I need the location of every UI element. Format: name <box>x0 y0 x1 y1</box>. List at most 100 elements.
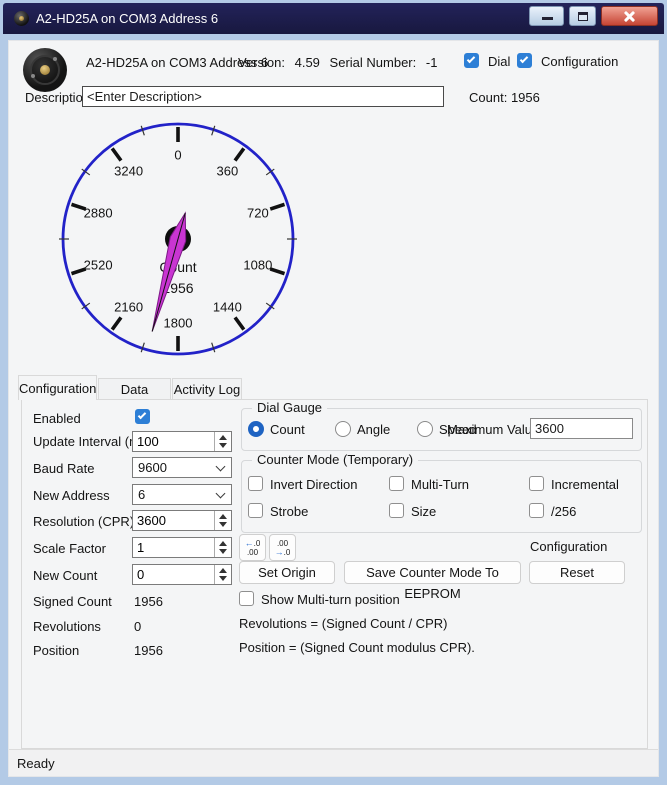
revolutions-formula: Revolutions = (Signed Count / CPR) <box>239 616 447 631</box>
arrow-right-icon: → <box>275 547 284 557</box>
count-radio[interactable] <box>248 421 264 437</box>
count-display-label: Count: <box>469 90 507 105</box>
svg-text:360: 360 <box>217 164 239 179</box>
signed-count-label: Signed Count <box>33 594 112 609</box>
status-bar: Ready <box>9 749 658 776</box>
svg-text:2520: 2520 <box>84 257 113 272</box>
window-content: A2-HD25A on COM3 Address 6 Version: 4.59… <box>8 40 659 777</box>
div256-checkbox[interactable] <box>529 503 544 518</box>
enabled-label: Enabled <box>33 411 81 426</box>
show-multiturn-checkbox[interactable] <box>239 591 254 606</box>
scale-factor-stepper[interactable] <box>132 537 232 558</box>
new-count-stepper[interactable] <box>132 564 232 585</box>
counter-mode-group: Counter Mode (Temporary) <box>241 460 642 533</box>
chevron-down-icon <box>216 489 226 499</box>
incremental-checkbox[interactable] <box>529 476 544 491</box>
baud-rate-label: Baud Rate <box>33 461 94 476</box>
dial-gauge: 03607201080144018002160252028803240Count… <box>58 119 298 359</box>
tab-configuration[interactable]: Configuration <box>18 375 97 400</box>
maximize-icon <box>578 12 588 21</box>
tab-data-logging[interactable]: Data Logging <box>98 378 171 400</box>
spinner-buttons[interactable] <box>214 511 231 530</box>
version-label: Version: <box>238 55 285 70</box>
count-display-value: 1956 <box>511 90 540 105</box>
dial-checkbox-label: Dial <box>488 54 510 69</box>
enabled-checkbox[interactable] <box>135 409 150 424</box>
chevron-down-icon <box>216 462 226 472</box>
dial-gauge-group-title: Dial Gauge <box>252 400 327 415</box>
baud-rate-select[interactable]: 9600 <box>132 457 232 478</box>
update-interval-input[interactable] <box>133 432 213 451</box>
description-input[interactable] <box>82 86 444 107</box>
scale-factor-input[interactable] <box>133 538 213 557</box>
minimize-button[interactable] <box>529 6 564 26</box>
revolutions-value: 0 <box>134 619 141 634</box>
new-address-select[interactable]: 6 <box>132 484 232 505</box>
multi-turn-checkbox[interactable] <box>389 476 404 491</box>
check-icon <box>520 55 528 63</box>
angle-radio[interactable] <box>335 421 351 437</box>
spinner-buttons[interactable] <box>214 565 231 584</box>
new-count-input[interactable] <box>133 565 213 584</box>
svg-text:1440: 1440 <box>213 299 242 314</box>
close-button[interactable] <box>601 6 658 26</box>
count-radio-label: Count <box>270 422 305 437</box>
position-label: Position <box>33 643 79 658</box>
new-address-label: New Address <box>33 488 110 503</box>
spin-down-icon <box>219 576 227 581</box>
spin-up-icon <box>219 514 227 519</box>
spinner-buttons[interactable] <box>214 538 231 557</box>
svg-text:2880: 2880 <box>84 206 113 221</box>
serial-label: Serial Number: <box>330 55 417 70</box>
maximum-value-label: Maximum Value <box>447 422 539 437</box>
reset-button[interactable]: Reset <box>529 561 625 584</box>
save-counter-mode-button[interactable]: Save Counter Mode To EEPROM <box>344 561 521 584</box>
strobe-label: Strobe <box>270 504 308 519</box>
configuration-tab-panel: Enabled Update Interval (ms) Baud Rate 9… <box>21 399 648 749</box>
configuration-checkbox-label: Configuration <box>541 54 618 69</box>
resolution-label: Resolution (CPR) <box>33 514 134 529</box>
maximize-button[interactable] <box>569 6 596 26</box>
size-checkbox[interactable] <box>389 503 404 518</box>
speed-radio[interactable] <box>417 421 433 437</box>
spinner-buttons[interactable] <box>214 432 231 451</box>
spin-down-icon <box>219 522 227 527</box>
scale-factor-label: Scale Factor <box>33 541 106 556</box>
svg-text:3240: 3240 <box>114 164 143 179</box>
signed-count-value: 1956 <box>134 594 163 609</box>
dial-checkbox[interactable] <box>464 53 479 68</box>
svg-text:1800: 1800 <box>164 316 193 331</box>
maximum-value-input[interactable] <box>530 418 633 439</box>
strobe-checkbox[interactable] <box>248 503 263 518</box>
counter-mode-group-title: Counter Mode (Temporary) <box>252 452 418 467</box>
set-origin-button[interactable]: Set Origin <box>239 561 335 584</box>
new-address-value: 6 <box>138 487 145 502</box>
resolution-stepper[interactable] <box>132 510 232 531</box>
invert-direction-checkbox[interactable] <box>248 476 263 491</box>
encoder-device-image <box>23 48 67 92</box>
revolutions-label: Revolutions <box>33 619 101 634</box>
app-window: { "titlebar": { "title": "A2-HD25A on CO… <box>0 0 667 785</box>
position-value: 1956 <box>134 643 163 658</box>
check-icon <box>467 55 475 63</box>
spin-down-icon <box>219 443 227 448</box>
baud-rate-value: 9600 <box>138 460 167 475</box>
tab-activity-log[interactable]: Activity Log <box>172 378 242 400</box>
decrease-decimal-button[interactable]: ←.0 .00 <box>239 534 266 561</box>
svg-text:720: 720 <box>247 206 269 221</box>
version-serial-line: Version: 4.59 Serial Number: -1 <box>238 55 443 70</box>
spin-down-icon <box>219 549 227 554</box>
serial-value: -1 <box>426 55 438 70</box>
version-value: 4.59 <box>295 55 320 70</box>
incremental-label: Incremental <box>551 477 619 492</box>
update-interval-stepper[interactable] <box>132 431 232 452</box>
arrow-left-icon: ← <box>245 538 254 548</box>
configuration-section-label: Configuration <box>530 539 607 554</box>
resolution-input[interactable] <box>133 511 213 530</box>
count-display: Count: 1956 <box>469 90 540 105</box>
svg-text:0: 0 <box>174 148 181 163</box>
increase-decimal-button[interactable]: .00 →.0 <box>269 534 296 561</box>
configuration-checkbox[interactable] <box>517 53 532 68</box>
spin-up-icon <box>219 541 227 546</box>
svg-text:2160: 2160 <box>114 299 143 314</box>
